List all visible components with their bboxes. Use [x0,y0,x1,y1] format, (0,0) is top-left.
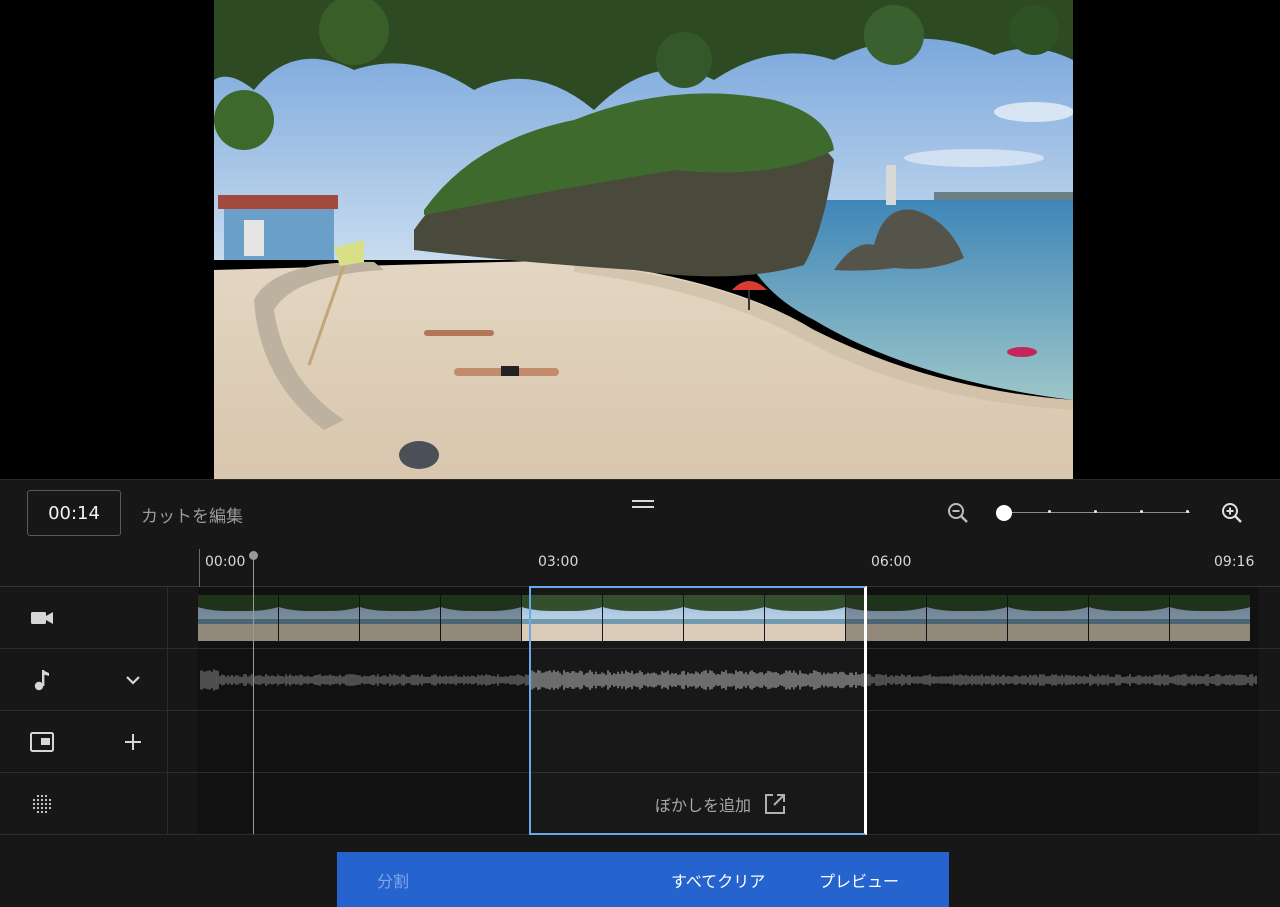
video-thumbnail [279,595,359,641]
chevron-down-icon[interactable] [121,668,145,692]
plus-icon[interactable] [121,730,145,754]
video-camera-icon [31,611,53,624]
zoom-in-button[interactable] [1220,501,1244,525]
video-thumbnail [1170,595,1250,641]
add-blur-label: ぼかしを追加 [655,796,752,815]
video-thumbnail [441,595,521,641]
zoom-slider[interactable] [996,504,1190,522]
video-thumbnail [360,595,440,641]
picture-in-picture-icon [30,731,54,752]
editor-title: カットを編集 [141,507,243,527]
video-thumbnail [927,595,1007,641]
zoom-slider-knob[interactable] [996,505,1012,521]
zoom-slider-tick [1186,510,1189,513]
video-frame[interactable] [214,0,1073,479]
video-thumbnail [1008,595,1088,641]
external-link-icon [765,794,786,814]
video-preview [0,0,1280,479]
timeline-ruler[interactable]: 00:00 03:00 06:00 09:16 [0,547,1280,587]
music-note-icon [34,669,49,690]
video-thumbnail [198,595,278,641]
current-time-field[interactable]: 00:14 [27,490,121,536]
zoom-slider-tick [1094,510,1097,513]
ruler-tick-label: 00:00 [205,554,246,570]
add-blur-link[interactable]: ぼかしを追加 [655,792,787,816]
editor-panel: 00:14 カットを編集 00:00 03:00 06:00 09:16 ぼかし… [0,479,1280,907]
video-thumbnail [1089,595,1169,641]
playhead[interactable] [253,552,254,834]
video-editor: 00:14 カットを編集 00:00 03:00 06:00 09:16 ぼかし… [0,0,1280,907]
clear-all-button[interactable]: すべてクリア [671,852,765,907]
zoom-slider-tick [1140,510,1143,513]
blur-dots-icon [32,794,52,813]
zoom-out-icon [948,503,968,523]
ruler-tick-label: 09:16 [1214,554,1255,570]
panel-resize-handle[interactable] [632,500,654,510]
zoom-out-button[interactable] [946,501,970,525]
current-time-value: 00:14 [48,502,100,524]
ruler-tick-label: 06:00 [871,554,912,570]
split-button[interactable]: 分割 [377,852,409,907]
ruler-tick-label: 03:00 [538,554,579,570]
playhead-handle[interactable] [249,551,258,560]
zoom-in-icon [1222,503,1242,523]
action-bar: 分割 すべてクリア プレビュー [337,852,949,907]
preview-button[interactable]: プレビュー [819,852,1280,907]
zoom-slider-tick [1048,510,1051,513]
